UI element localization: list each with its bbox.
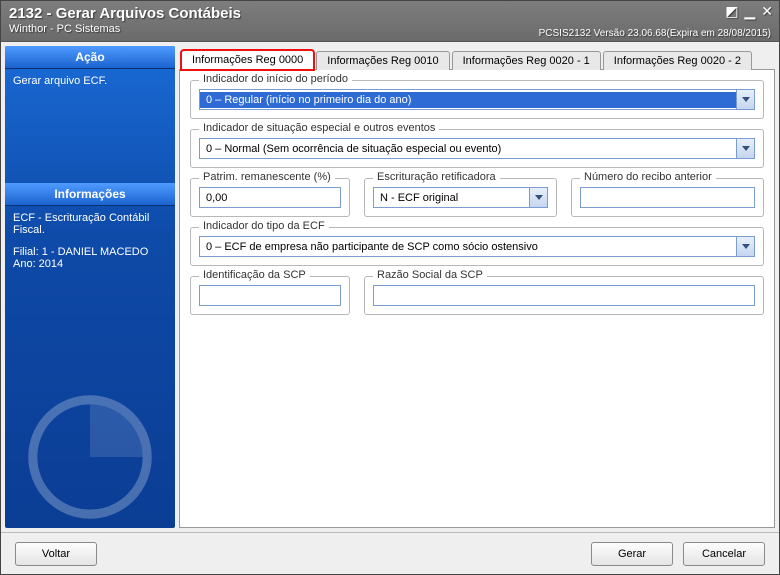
combo-indicador-inicio[interactable]: 0 – Regular (início no primeiro dia do a… — [199, 89, 755, 110]
main-panel: Informações Reg 0000 Informações Reg 001… — [179, 46, 775, 528]
footer-bar: Voltar Gerar Cancelar — [1, 532, 779, 574]
chevron-down-icon[interactable] — [529, 188, 547, 207]
sidebar-info-line2: Filial: 1 - DANIEL MACEDO — [13, 246, 167, 258]
sidebar-info-line1: ECF - Escrituração Contábil Fiscal. — [13, 212, 167, 236]
chevron-down-icon[interactable] — [736, 139, 754, 158]
group-numero-recibo-anterior: Número do recibo anterior — [571, 178, 764, 217]
combo-situacao-especial-value: 0 – Normal (Sem ocorrência de situação e… — [200, 141, 736, 157]
group-tipo-ecf: Indicador do tipo da ECF 0 – ECF de empr… — [190, 227, 764, 266]
group-razao-social-scp: Razão Social da SCP — [364, 276, 764, 315]
close-icon[interactable]: ✕ — [761, 4, 773, 18]
sidebar-info-line3: Ano: 2014 — [13, 258, 167, 270]
tabstrip: Informações Reg 0000 Informações Reg 001… — [179, 46, 775, 70]
legend-situacao-especial: Indicador de situação especial e outros … — [199, 122, 439, 134]
legend-tipo-ecf: Indicador do tipo da ECF — [199, 220, 329, 232]
combo-situacao-especial[interactable]: 0 – Normal (Sem ocorrência de situação e… — [199, 138, 755, 159]
titlebar: 2132 - Gerar Arquivos Contábeis Winthor … — [1, 1, 779, 41]
input-numero-recibo-anterior[interactable] — [580, 187, 755, 208]
combo-tipo-ecf-value: 0 – ECF de empresa não participante de S… — [200, 239, 736, 255]
combo-indicador-inicio-value: 0 – Regular (início no primeiro dia do a… — [200, 92, 736, 108]
minimize-icon[interactable]: ▁ — [744, 4, 755, 18]
legend-recibo-anterior: Número do recibo anterior — [580, 171, 716, 183]
tab-reg-0010[interactable]: Informações Reg 0010 — [316, 51, 449, 70]
tab-page-reg-0000: Indicador do início do período 0 – Regul… — [179, 70, 775, 528]
sidebar-action-item[interactable]: Gerar arquivo ECF. — [13, 75, 167, 87]
sidebar: Ação Gerar arquivo ECF. Informações ECF … — [5, 46, 175, 528]
sidebar-header-info: Informações — [5, 183, 175, 206]
sidebar-header-action: Ação — [5, 46, 175, 69]
legend-patrim: Patrim. remanescente (%) — [199, 171, 335, 183]
tab-reg-0000[interactable]: Informações Reg 0000 — [181, 50, 314, 70]
back-button[interactable]: Voltar — [15, 542, 97, 566]
input-identificacao-scp[interactable] — [199, 285, 341, 306]
legend-retificadora: Escrituração retificadora — [373, 171, 500, 183]
version-info: PCSIS2132 Versão 23.06.68(Expira em 28/0… — [539, 28, 771, 39]
input-razao-social-scp[interactable] — [373, 285, 755, 306]
tab-reg-0020-1[interactable]: Informações Reg 0020 - 1 — [452, 51, 601, 70]
legend-ident-scp: Identificação da SCP — [199, 269, 310, 281]
client-area: Ação Gerar arquivo ECF. Informações ECF … — [1, 41, 779, 574]
group-identificacao-scp: Identificação da SCP — [190, 276, 350, 315]
group-situacao-especial: Indicador de situação especial e outros … — [190, 129, 764, 168]
group-patrim-remanescente: Patrim. remanescente (%) — [190, 178, 350, 217]
group-indicador-inicio: Indicador do início do período 0 – Regul… — [190, 80, 764, 119]
restore-icon[interactable]: ◩ — [725, 4, 738, 18]
legend-razao-scp: Razão Social da SCP — [373, 269, 487, 281]
combo-retificadora[interactable]: N - ECF original — [373, 187, 548, 208]
tab-reg-0020-2[interactable]: Informações Reg 0020 - 2 — [603, 51, 752, 70]
app-window: 2132 - Gerar Arquivos Contábeis Winthor … — [0, 0, 780, 575]
cancel-button[interactable]: Cancelar — [683, 542, 765, 566]
generate-button[interactable]: Gerar — [591, 542, 673, 566]
chevron-down-icon[interactable] — [736, 90, 754, 109]
combo-tipo-ecf[interactable]: 0 – ECF de empresa não participante de S… — [199, 236, 755, 257]
window-title: 2132 - Gerar Arquivos Contábeis — [9, 5, 771, 22]
group-escrituracao-retificadora: Escrituração retificadora N - ECF origin… — [364, 178, 557, 217]
combo-retificadora-value: N - ECF original — [374, 190, 529, 206]
legend-indicador-inicio: Indicador do início do período — [199, 73, 352, 85]
input-patrim-remanescente[interactable] — [199, 187, 341, 208]
brand-logo — [5, 392, 175, 522]
chevron-down-icon[interactable] — [736, 237, 754, 256]
